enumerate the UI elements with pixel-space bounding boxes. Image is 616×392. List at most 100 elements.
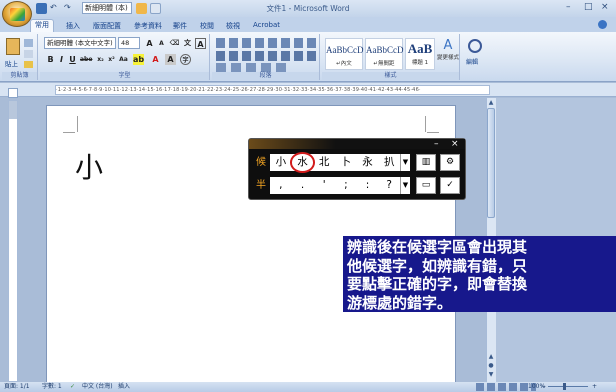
status-page[interactable]: 頁面: 1/1 [4, 382, 30, 392]
tab-mailings[interactable]: 郵件 [173, 21, 187, 31]
tab-acrobat[interactable]: Acrobat [253, 21, 280, 29]
style-no-spacing[interactable]: AaBbCcD ↵無間距 [365, 38, 404, 70]
font-color-icon[interactable]: A [150, 54, 161, 65]
tab-review[interactable]: 校閱 [200, 21, 214, 31]
candidate-char[interactable]: 北 [313, 154, 335, 171]
ime-settings-icon[interactable]: ⚙ [440, 154, 460, 171]
clear-format-icon[interactable]: ⌫ [169, 38, 180, 49]
close-window-icon[interactable]: × [601, 2, 609, 12]
superscript-icon[interactable]: x² [106, 54, 117, 65]
group-clipboard: 貼上 剪貼簿 [2, 34, 38, 80]
candidate-label: 候 [256, 157, 266, 168]
window-title: 文件1 - Microsoft Word [266, 4, 350, 13]
symbol-more-icon[interactable]: ▼ [400, 177, 410, 194]
instruction-callout: 辨識後在候選字區會出現其 他候選字，如辨識有錯，只 要點擊正確的字，即會替換 游… [343, 236, 616, 312]
group-paragraph: 段落 [212, 34, 320, 80]
tab-insert[interactable]: 插入 [66, 21, 80, 31]
document-handwritten-char: 小 [75, 151, 104, 184]
ruler-scale: ·1·2·3·4·5·6·7·8·9·10·11·12·13·14·15·16·… [55, 85, 490, 95]
help-icon[interactable] [598, 20, 607, 29]
status-words[interactable]: 字數: 1 [42, 382, 62, 392]
candidate-more-icon[interactable]: ▼ [400, 154, 410, 171]
style-heading-1[interactable]: AaB 標題 1 [405, 38, 435, 70]
tab-home[interactable]: 常用 [30, 19, 54, 32]
tab-page-layout[interactable]: 版面配置 [93, 21, 121, 31]
symbol-label: 半 [256, 180, 266, 191]
copy-icon[interactable] [24, 50, 33, 58]
shading-border-buttons[interactable] [216, 63, 286, 72]
italic-icon[interactable]: I [56, 54, 67, 65]
cut-icon[interactable] [24, 39, 33, 47]
font-size-box[interactable]: 48 [118, 37, 140, 49]
tab-references[interactable]: 參考資料 [134, 21, 162, 31]
ribbon: 貼上 剪貼簿 新細明體 (本文中文字) 48 A A ⌫ 文 A B I U a… [0, 32, 616, 82]
style-normal[interactable]: AaBbCcD ↵內文 [325, 38, 364, 70]
ime-minimize-icon[interactable]: – [434, 139, 439, 149]
style-name: ↵無間距 [373, 61, 395, 67]
style-name: ↵內文 [336, 61, 352, 67]
symbol-list: , . ' ; : ? [270, 177, 400, 194]
find-icon[interactable] [468, 39, 482, 53]
scrollbar-thumb[interactable] [487, 108, 495, 218]
list-buttons[interactable] [216, 38, 316, 48]
style-sample: AaBbCcD [326, 45, 364, 55]
tab-selector[interactable] [8, 88, 18, 98]
clipboard-group-label: 剪貼簿 [2, 72, 37, 80]
symbol-char[interactable]: . [292, 177, 314, 194]
browse-object-icon[interactable]: ▲ ● ▼ [487, 352, 495, 380]
symbol-char[interactable]: , [270, 177, 292, 194]
zoom-knob[interactable] [563, 383, 566, 390]
ime-pen-icon[interactable]: ✓ [440, 177, 460, 194]
change-case-icon[interactable]: Aa [118, 54, 129, 65]
symbol-char[interactable]: : [357, 177, 379, 194]
zoom-in-icon[interactable]: + [592, 382, 597, 392]
highlight-icon[interactable]: ab [133, 54, 144, 65]
strikethrough-icon[interactable]: abe [80, 54, 92, 65]
status-mode[interactable]: 插入 [118, 382, 130, 392]
paste-icon[interactable] [6, 38, 20, 55]
candidate-char-selected[interactable]: 水 [289, 152, 316, 173]
editing-label[interactable]: 編輯 [466, 57, 478, 66]
char-border-icon[interactable]: A [195, 38, 206, 49]
status-language[interactable]: 中文 (台灣) [82, 382, 113, 392]
zoom-slider[interactable] [548, 386, 588, 387]
subscript-icon[interactable]: x₂ [95, 54, 106, 65]
minimize-icon[interactable]: – [566, 2, 571, 12]
group-editing: 編輯 [462, 34, 488, 80]
align-buttons[interactable] [216, 51, 316, 61]
candidate-char[interactable]: 卜 [335, 154, 357, 171]
candidate-char[interactable]: 扒 [378, 154, 400, 171]
view-buttons[interactable] [476, 383, 536, 391]
ime-close-icon[interactable]: × [451, 139, 459, 149]
shrink-font-icon[interactable]: A [156, 38, 167, 49]
tab-view[interactable]: 檢視 [226, 21, 240, 31]
symbol-char[interactable]: ; [335, 177, 357, 194]
font-name-box[interactable]: 新細明體 (本文中文字) [44, 37, 116, 49]
symbol-char[interactable]: ? [378, 177, 400, 194]
phonetic-guide-icon[interactable]: 文 [182, 38, 193, 49]
paste-label[interactable]: 貼上 [5, 58, 18, 68]
maximize-icon[interactable]: □ [584, 2, 593, 12]
scroll-up-icon[interactable]: ▲ [487, 99, 495, 106]
grow-font-icon[interactable]: A [144, 38, 155, 49]
change-styles-button[interactable]: A 變更樣式 [437, 38, 459, 70]
handwriting-ime-panel[interactable]: – × 候 小 水 北 卜 永 扒 ▼ ▥ ⚙ 半 , . ' ; : ? ▼ … [248, 138, 466, 200]
status-bar: 頁面: 1/1 字數: 1 ✓ 中文 (台灣) 插入 100% − + [0, 382, 616, 392]
proofing-icon[interactable]: ✓ [70, 382, 75, 392]
candidate-list: 小 水 北 卜 永 扒 [270, 152, 400, 173]
underline-icon[interactable]: U [67, 54, 78, 65]
symbol-char[interactable]: ' [313, 177, 335, 194]
enclose-char-icon[interactable]: 字 [180, 54, 191, 65]
bold-icon[interactable]: B [45, 54, 56, 65]
ime-book-icon[interactable]: ▭ [416, 177, 436, 194]
char-shading-icon[interactable]: A [165, 54, 176, 65]
ime-keyboard-icon[interactable]: ▥ [416, 154, 436, 171]
format-painter-icon[interactable] [24, 61, 33, 68]
zoom-out-icon[interactable]: − [541, 382, 546, 392]
candidate-char[interactable]: 小 [270, 154, 292, 171]
ribbon-tabs: 常用 插入 版面配置 參考資料 郵件 校閱 檢視 Acrobat [0, 17, 616, 32]
ime-header[interactable]: – × [249, 139, 465, 149]
office-button[interactable] [2, 1, 32, 27]
candidate-char[interactable]: 永 [357, 154, 379, 171]
paragraph-group-label: 段落 [212, 72, 319, 80]
